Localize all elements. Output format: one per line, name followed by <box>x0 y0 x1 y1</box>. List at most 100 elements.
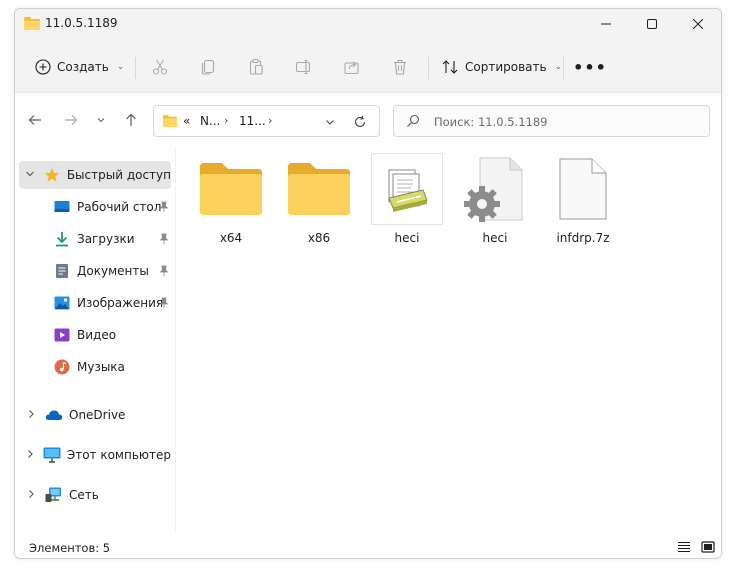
tiles-view-icon <box>701 541 715 553</box>
delete-button[interactable] <box>389 56 411 78</box>
file-name: infdrp.7z <box>556 231 610 245</box>
file-item[interactable]: x86 <box>280 153 358 253</box>
chevron-down-icon <box>97 118 105 123</box>
sidebar-item-label: Документы <box>77 264 149 278</box>
sidebar-item-label: Загрузки <box>77 232 135 246</box>
search-placeholder: Поиск: 11.0.5.1189 <box>434 115 548 129</box>
chevron-right-icon[interactable]: › <box>224 114 228 127</box>
sidebar-item-label: Изображения <box>77 296 164 310</box>
folder-icon <box>162 114 178 128</box>
arrow-up-icon <box>126 113 136 126</box>
sort-button[interactable]: Сортировать ⌄ <box>441 53 562 81</box>
command-bar: Создать ⌄ Сортировать ⌄ ••• <box>15 39 721 93</box>
window-title: 11.0.5.1189 <box>45 16 118 30</box>
chevron-down-icon: ⌄ <box>554 62 563 72</box>
system-file-icon <box>459 153 531 225</box>
paste-button[interactable] <box>245 56 267 78</box>
search-box[interactable]: Поиск: 11.0.5.1189 <box>393 105 710 137</box>
folder-icon <box>283 153 355 225</box>
breadcrumb-overflow[interactable]: « <box>183 114 190 128</box>
chevron-right-icon[interactable] <box>23 489 39 502</box>
setup-information-icon <box>371 153 443 225</box>
close-button[interactable] <box>675 9 721 39</box>
sidebar-item-downloads[interactable]: Загрузки <box>19 225 171 253</box>
status-bar: Элементов: 5 <box>15 534 721 558</box>
chevron-right-icon[interactable]: › <box>268 114 272 127</box>
cut-button[interactable] <box>149 56 171 78</box>
share-button[interactable] <box>341 56 363 78</box>
clipboard-icon <box>249 58 263 75</box>
minimize-icon <box>601 23 611 25</box>
back-button[interactable] <box>23 109 47 131</box>
toolbar-divider <box>135 57 136 79</box>
sort-label: Сортировать <box>465 60 547 74</box>
chevron-down-icon <box>326 120 334 125</box>
sidebar-item-onedrive[interactable]: OneDrive <box>19 401 171 429</box>
file-name: heci <box>482 231 508 245</box>
sidebar-item-label: OneDrive <box>69 408 126 422</box>
sidebar-item-quick-access[interactable]: Быстрый доступ <box>19 161 171 189</box>
file-name: x64 <box>219 231 243 245</box>
chevron-down-icon: ⌄ <box>116 62 125 72</box>
sidebar-item-desktop[interactable]: Рабочий стол <box>19 193 171 221</box>
folder-icon <box>23 16 41 31</box>
sidebar-item-this-pc[interactable]: Этот компьютер <box>19 441 171 469</box>
chevron-right-icon[interactable] <box>23 409 39 422</box>
create-button[interactable]: Создать ⌄ <box>29 53 130 81</box>
sidebar-item-label: Этот компьютер <box>66 448 171 462</box>
star-icon <box>44 167 61 183</box>
forward-button[interactable] <box>59 109 83 131</box>
pin-icon[interactable] <box>159 265 169 277</box>
pin-icon[interactable] <box>159 297 169 309</box>
breadcrumb-segment[interactable]: 11... <box>239 114 266 128</box>
refresh-button[interactable] <box>350 112 370 132</box>
sidebar-item-videos[interactable]: Видео <box>19 321 171 349</box>
arrow-right-icon <box>65 115 78 125</box>
toolbar-divider <box>428 57 429 79</box>
file-item[interactable]: x64 <box>192 153 270 253</box>
file-item[interactable]: heci <box>368 153 446 253</box>
title-bar: 11.0.5.1189 <box>15 9 721 39</box>
item-count: Элементов: 5 <box>29 541 111 555</box>
music-icon <box>53 359 71 375</box>
pin-icon[interactable] <box>159 233 169 245</box>
details-view-icon <box>678 541 690 553</box>
trash-icon <box>394 59 406 75</box>
chevron-down-icon[interactable] <box>23 169 38 182</box>
copy-icon <box>201 59 215 75</box>
rename-button[interactable] <box>293 56 315 78</box>
more-options-button[interactable]: ••• <box>573 56 606 78</box>
desktop-icon <box>53 199 71 215</box>
file-item[interactable]: heci <box>456 153 534 253</box>
file-view: x64 x86 heci heci infdrp.7z <box>175 147 721 532</box>
sidebar-item-music[interactable]: Музыка <box>19 353 171 381</box>
sidebar-item-pictures[interactable]: Изображения <box>19 289 171 317</box>
sidebar-item-label: Рабочий стол <box>77 200 162 214</box>
recent-locations-button[interactable] <box>89 109 113 131</box>
computer-icon <box>43 447 61 463</box>
tiles-view-button[interactable] <box>699 539 717 555</box>
rename-icon <box>295 59 311 75</box>
sidebar-item-documents[interactable]: Документы <box>19 257 171 285</box>
maximize-button[interactable] <box>629 9 675 39</box>
documents-icon <box>53 263 71 279</box>
sidebar-item-network[interactable]: Сеть <box>19 481 171 509</box>
sidebar-item-label: Музыка <box>77 360 125 374</box>
scissors-icon <box>152 59 168 75</box>
copy-button[interactable] <box>197 56 219 78</box>
videos-icon <box>53 327 71 343</box>
breadcrumb-segment[interactable]: N... <box>200 114 220 128</box>
details-view-button[interactable] <box>675 539 693 555</box>
explorer-window: 11.0.5.1189 Создать ⌄ Сортировать ⌄ ••• … <box>14 8 722 559</box>
downloads-icon <box>53 231 71 247</box>
arrow-left-icon <box>28 115 41 125</box>
generic-file-icon <box>547 153 619 225</box>
chevron-right-icon[interactable] <box>23 449 37 462</box>
address-history-button[interactable] <box>320 112 340 132</box>
address-bar[interactable]: « N... › 11... › <box>153 105 380 137</box>
file-item[interactable]: infdrp.7z <box>544 153 622 253</box>
sidebar-item-label: Быстрый доступ <box>66 168 171 182</box>
minimize-button[interactable] <box>583 9 629 39</box>
pin-icon[interactable] <box>159 201 169 213</box>
up-button[interactable] <box>119 109 143 131</box>
